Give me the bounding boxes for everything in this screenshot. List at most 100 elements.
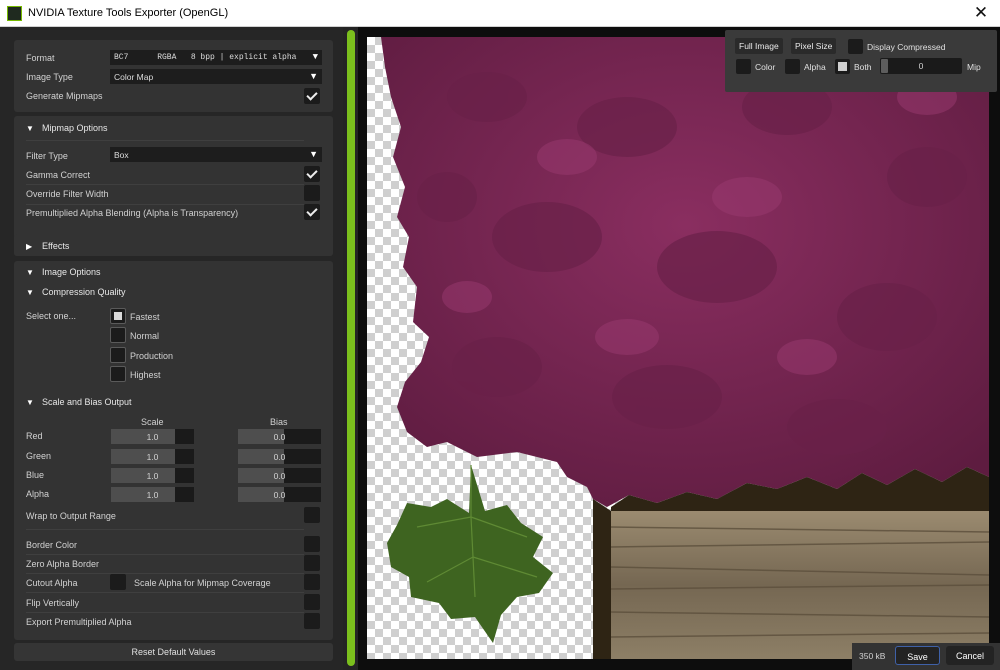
display-compressed-label: Display Compressed [867, 42, 946, 52]
zero-alpha-border-checkbox[interactable] [304, 555, 320, 571]
blue-label: Blue [26, 470, 45, 480]
format-value: BC7 RGBA 8 bpp | explicit alpha [114, 53, 297, 62]
red-bias-value: 0.0 [273, 432, 286, 442]
border-color-checkbox[interactable] [304, 536, 320, 552]
both-checkbox[interactable] [835, 59, 850, 74]
mip-level-slider[interactable]: 0 [880, 58, 962, 74]
pixel-size-button[interactable]: Pixel Size [791, 38, 837, 54]
divider [26, 184, 304, 185]
effects-section[interactable]: ▶ Effects [14, 234, 333, 256]
green-scale-slider[interactable]: 1.0 [111, 449, 194, 464]
image-options-header[interactable]: ▼ Image Options [26, 267, 101, 277]
premultiplied-alpha-label: Premultiplied Alpha Blending (Alpha is T… [26, 208, 239, 218]
flip-vertically-checkbox[interactable] [304, 594, 320, 610]
blue-bias-value: 0.0 [273, 471, 286, 481]
gamma-correct-checkbox[interactable] [304, 166, 320, 182]
filter-type-dropdown[interactable]: Box ▼ [110, 147, 322, 162]
full-image-button[interactable]: Full Image [735, 38, 783, 54]
file-size-label: 350 kB [859, 651, 886, 661]
image-options-section: ▼ Image Options ▼ Compression Quality Sele… [14, 261, 333, 640]
bottom-action-bar: 350 kB Save Cancel [852, 643, 1000, 670]
green-bias-slider[interactable]: 0.0 [238, 449, 321, 464]
green-bias-value: 0.0 [273, 452, 286, 462]
cancel-button[interactable]: Cancel [946, 646, 994, 665]
image-type-value: Color Map [114, 72, 154, 82]
premultiplied-alpha-checkbox[interactable] [304, 204, 320, 220]
save-button[interactable]: Save [895, 646, 940, 665]
gamma-correct-label: Gamma Correct [26, 170, 91, 180]
red-label: Red [26, 431, 43, 441]
divider [26, 554, 304, 555]
quality-highest-radio[interactable] [110, 366, 126, 382]
mip-label: Mip [967, 62, 981, 72]
color-checkbox[interactable] [736, 59, 751, 74]
filter-type-label: Filter Type [26, 151, 68, 161]
red-scale-value: 1.0 [146, 432, 159, 442]
cutout-alpha-checkbox[interactable] [110, 574, 126, 590]
red-bias-slider[interactable]: 0.0 [238, 429, 321, 444]
format-dropdown[interactable]: BC7 RGBA 8 bpp | explicit alpha ▼ [110, 50, 322, 65]
chevron-down-icon: ▼ [312, 52, 318, 62]
panel-splitter[interactable] [347, 30, 355, 666]
window-title: NVIDIA Texture Tools Exporter (OpenGL) [28, 7, 229, 19]
quality-fastest-label: Fastest [130, 312, 160, 322]
border-color-label: Border Color [26, 540, 78, 550]
override-filter-width-checkbox[interactable] [304, 185, 320, 201]
display-compressed-checkbox[interactable] [848, 39, 863, 54]
scale-bias-title: Scale and Bias Output [42, 397, 132, 407]
close-icon[interactable]: ✕ [970, 3, 992, 23]
alpha-bias-value: 0.0 [273, 490, 286, 500]
mipmap-options-title: Mipmap Options [42, 123, 108, 133]
texture-preview-image[interactable] [367, 37, 989, 659]
alpha-checkbox[interactable] [785, 59, 800, 74]
format-label: Format [26, 53, 55, 63]
quality-fastest-radio[interactable] [110, 308, 126, 324]
quality-normal-radio[interactable] [110, 327, 126, 343]
quality-normal-label: Normal [130, 331, 160, 341]
quality-highest-label: Highest [130, 370, 161, 380]
override-filter-width-label: Override Filter Width [26, 189, 109, 199]
scale-alpha-mipmap-label: Scale Alpha for Mipmap Coverage [134, 578, 271, 588]
mipmap-options-header[interactable]: ▼ Mipmap Options [26, 123, 108, 133]
alpha-channel-label: Alpha [804, 62, 826, 72]
divider [26, 573, 304, 574]
wrap-output-checkbox[interactable] [304, 507, 320, 523]
cutout-alpha-label: Cutout Alpha [26, 578, 78, 588]
color-label: Color [755, 62, 776, 72]
green-scale-value: 1.0 [146, 452, 159, 462]
generate-mipmaps-label: Generate Mipmaps [26, 91, 103, 101]
effects-header[interactable]: ▶ Effects [26, 241, 69, 251]
export-premultiplied-label: Export Premultiplied Alpha [26, 617, 132, 627]
reset-default-values-button[interactable]: Reset Default Values [14, 643, 333, 661]
grape-leaf-texture [387, 465, 553, 643]
triangle-down-icon: ▼ [26, 288, 34, 297]
divider [26, 204, 304, 205]
red-scale-slider[interactable]: 1.0 [111, 429, 194, 444]
blue-scale-slider[interactable]: 1.0 [111, 468, 194, 483]
divider [26, 529, 304, 530]
texture-preview-graphic [381, 37, 989, 659]
alpha-label: Alpha [26, 489, 50, 499]
blue-bias-slider[interactable]: 0.0 [238, 468, 321, 483]
select-one-label: Select one... [26, 311, 77, 321]
alpha-scale-slider[interactable]: 1.0 [111, 487, 194, 502]
filter-type-value: Box [114, 150, 129, 160]
alpha-bias-slider[interactable]: 0.0 [238, 487, 321, 502]
image-type-label: Image Type [26, 72, 73, 82]
mip-level-value: 0 [918, 61, 924, 71]
scale-alpha-mipmap-checkbox[interactable] [304, 574, 320, 590]
zero-alpha-border-label: Zero Alpha Border [26, 559, 100, 569]
divider [26, 592, 304, 593]
nvidia-app-icon [7, 6, 22, 21]
scale-bias-header[interactable]: ▼ Scale and Bias Output [26, 397, 132, 407]
image-type-dropdown[interactable]: Color Map ▼ [110, 69, 322, 84]
generate-mipmaps-checkbox[interactable] [304, 88, 320, 104]
alpha-scale-value: 1.0 [146, 490, 159, 500]
blue-scale-value: 1.0 [146, 471, 159, 481]
image-options-title: Image Options [42, 267, 101, 277]
compression-quality-header[interactable]: ▼ Compression Quality [26, 287, 126, 297]
wrap-output-label: Wrap to Output Range [26, 511, 116, 521]
quality-production-radio[interactable] [110, 347, 126, 363]
export-premultiplied-checkbox[interactable] [304, 613, 320, 629]
format-section: Format BC7 RGBA 8 bpp | explicit alpha ▼ … [14, 40, 333, 112]
